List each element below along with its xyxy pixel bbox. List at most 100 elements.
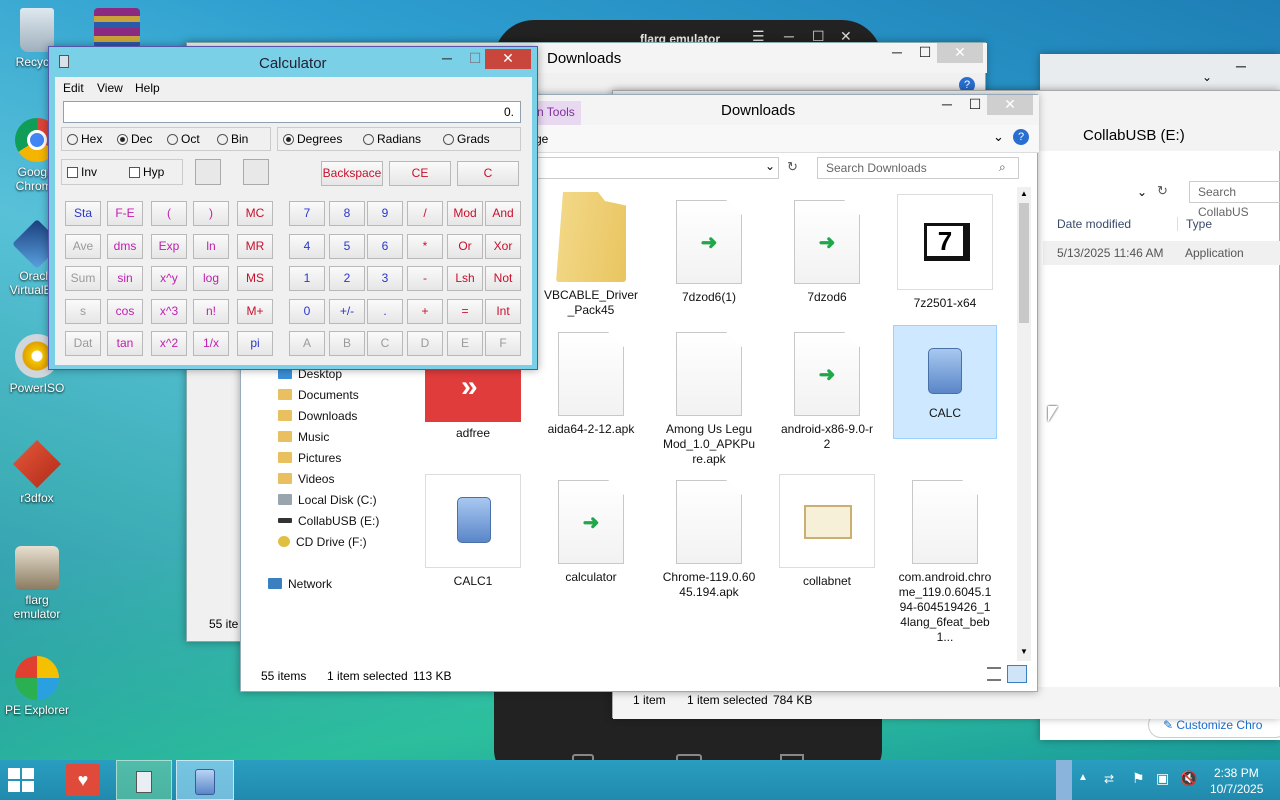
- address-dropdown-icon[interactable]: ⌄: [1137, 185, 1147, 199]
- calc-key-Sum[interactable]: Sum: [65, 266, 101, 291]
- minimize-button[interactable]: ─: [433, 49, 461, 69]
- desktop-icon-flarg[interactable]: flarg emulator: [0, 546, 74, 621]
- backspace-button[interactable]: Backspace: [321, 161, 383, 186]
- taskbar-app-health[interactable]: ♥: [66, 764, 100, 796]
- file-item[interactable]: VBCABLE_Driver_Pack45: [539, 192, 643, 318]
- maximize-button[interactable]: ☐: [961, 95, 989, 115]
- calc-key-op[interactable]: =: [447, 299, 483, 324]
- nav-item[interactable]: Downloads: [278, 409, 357, 423]
- nav-item[interactable]: Local Disk (C:): [278, 493, 377, 507]
- calc-key-op[interactable]: /: [407, 201, 443, 226]
- calc-key-s[interactable]: s: [65, 299, 101, 324]
- checkbox-hyp[interactable]: Hyp: [129, 165, 164, 179]
- tray-display-icon[interactable]: ▣: [1156, 770, 1169, 787]
- menu-edit[interactable]: Edit: [63, 81, 84, 95]
- chevron-down-icon[interactable]: ⌄: [1202, 70, 1212, 84]
- radio-oct[interactable]: Oct: [167, 132, 200, 146]
- menu-view[interactable]: View: [97, 81, 123, 95]
- nav-item[interactable]: Videos: [278, 472, 334, 486]
- calc-key-op[interactable]: +/-: [329, 299, 365, 324]
- file-item-selected[interactable]: CALC: [893, 325, 997, 439]
- calc-key-M[interactable]: M+: [237, 299, 273, 324]
- minimize-icon[interactable]: ─: [1236, 58, 1246, 74]
- nav-item[interactable]: Music: [278, 430, 329, 444]
- details-view-icon[interactable]: [987, 667, 1001, 681]
- calc-key-2[interactable]: 2: [329, 266, 365, 291]
- radio-dec[interactable]: Dec: [117, 132, 152, 146]
- file-item[interactable]: ➜ android-x86-9.0-r2: [775, 332, 879, 452]
- file-item[interactable]: ➜ 7dzod6: [775, 200, 879, 305]
- minimize-button[interactable]: ─: [933, 95, 961, 115]
- tray-flag-icon[interactable]: ⚑: [1132, 770, 1145, 787]
- calculator-window[interactable]: Calculator ─ ☐ ✕ Edit View Help 0. Hex D…: [48, 46, 538, 370]
- file-item[interactable]: collabnet: [775, 474, 879, 589]
- show-hidden-icons-button[interactable]: ▲: [1078, 772, 1088, 783]
- help-icon[interactable]: ?: [1013, 129, 1029, 145]
- start-button[interactable]: [8, 768, 38, 794]
- maximize-button[interactable]: ☐: [911, 43, 939, 63]
- file-item[interactable]: Among Us Legu Mod_1.0_APKPure.apk: [657, 332, 761, 467]
- calc-key-op[interactable]: ): [193, 201, 229, 226]
- calc-key-7[interactable]: 7: [289, 201, 325, 226]
- calc-key-1x[interactable]: 1/x: [193, 331, 229, 356]
- calc-key-Xor[interactable]: Xor: [485, 234, 521, 259]
- refresh-icon[interactable]: ↻: [1157, 183, 1168, 199]
- clock-time[interactable]: 2:38 PM: [1214, 766, 1259, 780]
- calc-key-Mod[interactable]: Mod: [447, 201, 483, 226]
- calc-key-Ave[interactable]: Ave: [65, 234, 101, 259]
- file-item[interactable]: ➜ 7dzod6(1): [657, 200, 761, 305]
- calc-key-op[interactable]: (: [151, 201, 187, 226]
- calc-key-Or[interactable]: Or: [447, 234, 483, 259]
- calc-key-Exp[interactable]: Exp: [151, 234, 187, 259]
- tray-volume-mute-icon[interactable]: 🔇: [1180, 770, 1197, 787]
- checkbox-inv[interactable]: Inv: [67, 165, 97, 179]
- clock-date[interactable]: 10/7/2025: [1210, 782, 1263, 796]
- calc-key-log[interactable]: log: [193, 266, 229, 291]
- calc-key-cos[interactable]: cos: [107, 299, 143, 324]
- desktop-icon-pe-explorer[interactable]: PE Explorer: [0, 656, 74, 717]
- calc-key-9[interactable]: 9: [367, 201, 403, 226]
- menu-help[interactable]: Help: [135, 81, 160, 95]
- close-button[interactable]: ✕: [987, 95, 1033, 115]
- calc-key-n[interactable]: n!: [193, 299, 229, 324]
- calc-key-x2[interactable]: x^2: [151, 331, 187, 356]
- nav-item[interactable]: CollabUSB (E:): [278, 514, 379, 528]
- calc-key-3[interactable]: 3: [367, 266, 403, 291]
- calc-key-x3[interactable]: x^3: [151, 299, 187, 324]
- tray-network-icon[interactable]: ⇄: [1104, 772, 1114, 786]
- calc-key-FE[interactable]: F-E: [107, 201, 143, 226]
- calc-key-MS[interactable]: MS: [237, 266, 273, 291]
- radio-bin[interactable]: Bin: [217, 132, 248, 146]
- file-item[interactable]: CALC1: [421, 474, 525, 589]
- calc-key-xy[interactable]: x^y: [151, 266, 187, 291]
- address-dropdown-icon[interactable]: ⌄: [765, 159, 775, 173]
- radio-hex[interactable]: Hex: [67, 132, 102, 146]
- ribbon-tab[interactable]: n Tools: [531, 101, 581, 125]
- large-icons-view-icon[interactable]: [1007, 665, 1027, 683]
- calc-key-F[interactable]: F: [485, 331, 521, 356]
- desktop-icon-winrar[interactable]: [80, 8, 154, 51]
- calc-key-A[interactable]: A: [289, 331, 325, 356]
- calc-key-Not[interactable]: Not: [485, 266, 521, 291]
- c-button[interactable]: C: [457, 161, 519, 186]
- calc-key-op[interactable]: *: [407, 234, 443, 259]
- calc-key-B[interactable]: B: [329, 331, 365, 356]
- vertical-scrollbar[interactable]: ▲ ▼: [1017, 187, 1031, 661]
- nav-item[interactable]: CD Drive (F:): [278, 535, 367, 549]
- scroll-up-arrow[interactable]: ▲: [1020, 189, 1028, 198]
- radio-radians[interactable]: Radians: [363, 132, 421, 146]
- nav-item[interactable]: Network: [268, 577, 332, 591]
- file-item[interactable]: 7 7z2501-x64: [893, 194, 997, 311]
- calc-key-4[interactable]: 4: [289, 234, 325, 259]
- calc-key-C[interactable]: C: [367, 331, 403, 356]
- calc-key-tan[interactable]: tan: [107, 331, 143, 356]
- close-button[interactable]: ✕: [937, 43, 983, 63]
- file-item[interactable]: Chrome-119.0.6045.194.apk: [657, 480, 761, 600]
- minimize-button[interactable]: ─: [883, 43, 911, 63]
- taskbar-app-explorer[interactable]: [116, 760, 172, 800]
- scroll-widget[interactable]: [1056, 760, 1072, 800]
- file-item[interactable]: » adfree: [421, 370, 525, 441]
- file-item[interactable]: com.android.chrome_119.0.6045.194-604519…: [893, 480, 997, 645]
- calc-key-Lsh[interactable]: Lsh: [447, 266, 483, 291]
- calc-key-op[interactable]: +: [407, 299, 443, 324]
